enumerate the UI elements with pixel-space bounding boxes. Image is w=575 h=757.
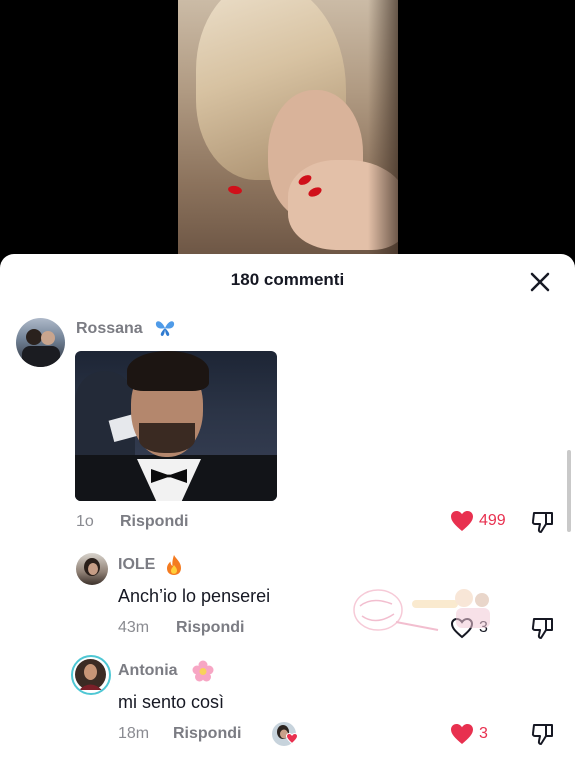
comment-text: Anch’io lo penserei [118, 586, 271, 606]
comment-timestamp: 1o [76, 513, 94, 530]
fire-icon [165, 554, 183, 581]
avatar[interactable] [76, 553, 108, 585]
like-count: 3 [479, 725, 488, 742]
like-count: 499 [479, 512, 506, 529]
comment-username[interactable]: Antonia [118, 662, 178, 680]
comment-text: mi sento così [118, 692, 225, 712]
reply-button[interactable]: Rispondi [120, 513, 188, 531]
close-button[interactable] [526, 268, 554, 296]
gif-person-beard [139, 423, 195, 453]
watermark-logo [352, 586, 498, 636]
avatar[interactable] [16, 318, 65, 367]
comment-timestamp: 18m [118, 725, 150, 742]
heart-filled-icon [451, 724, 473, 744]
comment-timestamp: 43m [118, 619, 150, 636]
avatar-photo [75, 659, 106, 690]
avatar[interactable] [71, 655, 111, 695]
comments-count-title: 180 commenti [230, 270, 345, 289]
avatar-photo [84, 558, 100, 576]
comments-sheet: 180 commenti Rossana 1o Rispondi 499 IOL… [0, 254, 575, 757]
comments-scrollbar[interactable] [567, 450, 571, 532]
video-thumbnail[interactable] [178, 0, 398, 262]
reply-button[interactable]: Rispondi [173, 725, 241, 743]
video-edge-shade [368, 0, 398, 262]
thumbs-down-icon [531, 724, 553, 745]
butterfly-icon [154, 318, 176, 343]
heart-badge-icon [286, 733, 298, 744]
comment-username[interactable]: Rossana [76, 320, 143, 338]
thumbs-down-icon [531, 512, 553, 533]
dislike-button[interactable] [530, 721, 556, 747]
heart-filled-icon [451, 511, 473, 531]
nail-polish [227, 184, 243, 196]
video-preview-area[interactable] [0, 0, 575, 262]
thumbs-down-icon [531, 618, 553, 639]
dislike-button[interactable] [530, 615, 556, 641]
close-icon [530, 272, 550, 292]
reply-button[interactable]: Rispondi [176, 619, 244, 637]
avatar-photo [22, 329, 60, 367]
gif-person-hair [127, 351, 209, 391]
like-button[interactable]: 3 [450, 722, 488, 746]
dislike-button[interactable] [530, 509, 556, 535]
like-button[interactable]: 499 [450, 509, 506, 533]
flower-icon [192, 660, 214, 687]
comment-gif-attachment[interactable] [75, 351, 277, 501]
comment-username[interactable]: IOLE [118, 556, 155, 574]
